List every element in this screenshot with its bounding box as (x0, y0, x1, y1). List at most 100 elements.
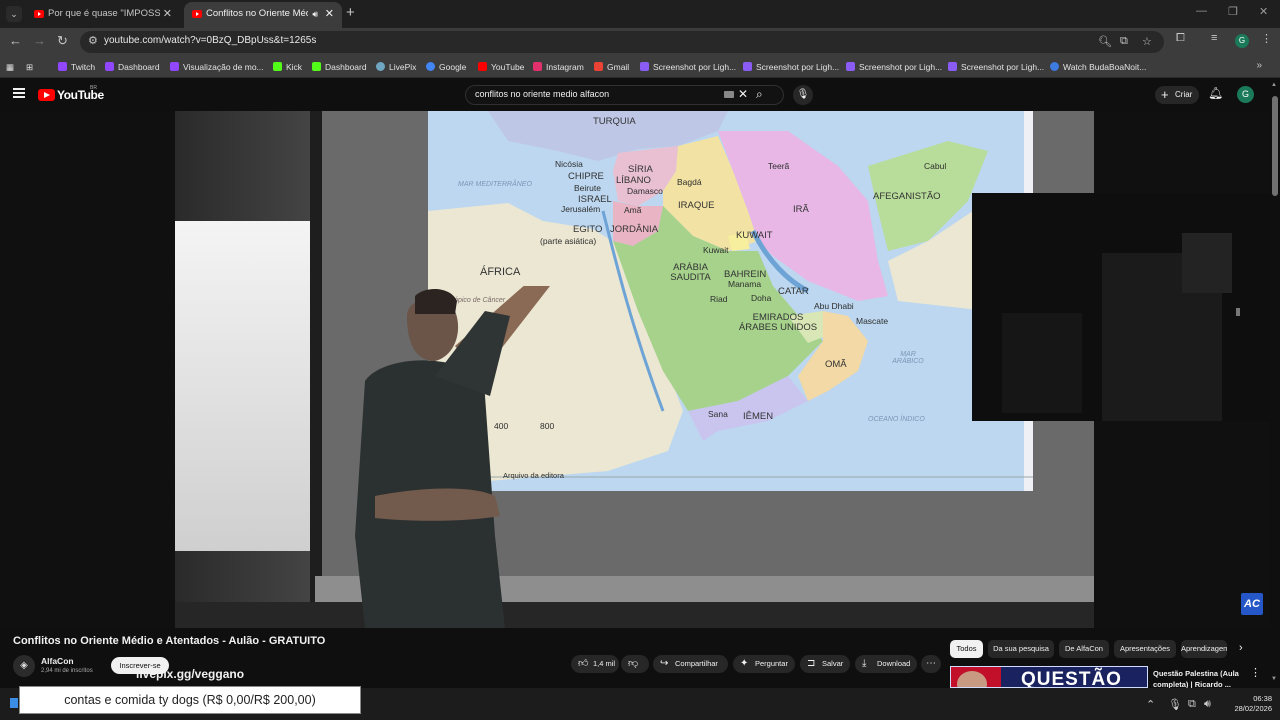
more-actions-button[interactable]: ⋯ (921, 655, 941, 673)
back-icon[interactable]: ← (9, 33, 22, 48)
new-tab-button[interactable]: + (346, 4, 355, 21)
more-vert-icon[interactable]: ⋮ (1250, 666, 1261, 679)
share-button[interactable]: ↪ Compartilhar (653, 655, 728, 673)
profile-avatar[interactable]: G (1235, 34, 1249, 48)
extensions-icon[interactable]: ⧠ (1176, 32, 1185, 45)
chip-de-alfacon[interactable]: De AlfaCon (1059, 640, 1109, 658)
close-window-icon[interactable]: ✕ (1259, 5, 1268, 18)
chip-todos[interactable]: Todos (950, 640, 983, 658)
address-bar[interactable]: ⚙ youtube.com/watch?v=0BzQ_DBpUss&t=1265… (80, 31, 1164, 53)
mic-icon[interactable]: 🎙︎ (793, 85, 813, 105)
chrome-menu-icon[interactable]: ⋮ (1261, 32, 1272, 45)
recommended-thumbnail[interactable]: QUESTÃO (950, 666, 1148, 688)
map-label-catar: CATAR (778, 286, 809, 297)
video-player[interactable]: TURQUIA SÍRIA LÍBANO IRAQUE IRÃ AFEGANIS… (0, 111, 1270, 628)
bookmark-item[interactable]: Twitch (58, 60, 95, 74)
chip-apresentacoes[interactable]: Apresentações (1114, 640, 1176, 658)
tab-active[interactable]: Conflitos no Oriente Médio 🔊︎ ✕ (184, 2, 342, 28)
bookmark-item[interactable]: Gmail (594, 60, 629, 74)
chevron-right-icon[interactable]: › (1239, 642, 1243, 654)
search-input[interactable]: conflitos no oriente medio alfacon ✕ ⌕ (465, 85, 784, 105)
presenter (355, 286, 550, 628)
search-icon[interactable]: ⌕ (756, 87, 763, 102)
scroll-up-icon[interactable]: ▲ (1271, 82, 1277, 88)
install-app-icon[interactable]: ⧉ (1120, 35, 1128, 48)
bookmark-item[interactable]: Dashboard (312, 60, 367, 74)
channel-name[interactable]: AlfaCon (41, 656, 74, 666)
like-button[interactable]: 👍︎ 1,4 mil (571, 655, 619, 673)
youtube-favicon-icon (192, 10, 202, 18)
bookmark-item[interactable]: Instagram (533, 60, 584, 74)
bookmark-item[interactable]: Screenshot por Ligh... (846, 60, 942, 74)
bookmark-item[interactable]: Screenshot por Ligh... (743, 60, 839, 74)
apps-icon[interactable]: ▦ (6, 60, 14, 74)
restore-icon[interactable]: ❐ (1228, 5, 1238, 18)
reload-icon[interactable]: ↻ (57, 33, 68, 49)
minimize-icon[interactable]: — (1196, 5, 1207, 17)
channel-avatar[interactable]: ◈ (13, 655, 35, 677)
bookmark-item[interactable]: Kick (273, 60, 302, 74)
close-tab-icon[interactable]: ✕ (325, 2, 334, 26)
create-button[interactable]: + Criar (1155, 86, 1199, 104)
bookmark-item[interactable]: Watch BudaBoaNoit... (1050, 60, 1146, 74)
ask-button[interactable]: ✦ Perguntar (733, 655, 795, 673)
speaker-icon[interactable]: 🔊︎ (312, 2, 318, 26)
more-bookmarks-icon[interactable]: » (1256, 60, 1262, 71)
site-info-icon[interactable]: ⚙ (88, 34, 98, 47)
bookmark-item[interactable]: LivePix (376, 60, 416, 74)
page-scrollbar[interactable]: ▲ ▼ (1270, 78, 1280, 688)
recommended-title[interactable]: Questão Palestina (Aula completa) | Rica… (1153, 668, 1243, 690)
network-icon[interactable]: ⧉ (1188, 698, 1196, 711)
thumbs-up-icon: 👍︎ (578, 658, 589, 669)
media-control-icon[interactable]: ≡ (1211, 32, 1217, 44)
bookmark-item[interactable]: Screenshot por Ligh... (640, 60, 736, 74)
grid-icon[interactable]: ⊞ (26, 60, 33, 74)
scroll-down-icon[interactable]: ▼ (1271, 676, 1277, 682)
tab-title: Por que é quase "IMPOSSÍVEL" (48, 8, 160, 19)
bookmark-item[interactable]: YouTube (478, 60, 524, 74)
tab-strip: ⌄ Por que é quase "IMPOSSÍVEL" ✕ Conflit… (0, 0, 1280, 28)
lightshot-icon (846, 62, 855, 71)
map-label-turquia: TURQUIA (593, 116, 636, 127)
plus-icon: + (1161, 87, 1169, 102)
thumbs-down-icon: 👎︎ (628, 658, 639, 669)
chip-aprendizagem[interactable]: Aprendizagem (1181, 640, 1227, 658)
start-icon[interactable] (10, 698, 18, 708)
map-label-chipre: CHIPRE (568, 171, 604, 182)
window (175, 221, 310, 551)
tab-inactive[interactable]: Por que é quase "IMPOSSÍVEL" ✕ (26, 2, 180, 28)
bell-icon[interactable]: 🔔︎ (1208, 86, 1223, 100)
share-icon: ↪ (660, 658, 669, 669)
zoom-icon[interactable]: 🔍︎ (1098, 35, 1112, 48)
avatar[interactable]: G (1237, 86, 1254, 103)
map-label-libano: LÍBANO (616, 175, 651, 186)
clear-search-icon[interactable]: ✕ (738, 87, 748, 101)
close-tab-icon[interactable]: ✕ (163, 2, 172, 26)
download-button[interactable]: ⤓ Download (855, 655, 917, 673)
volume-icon[interactable]: 🔊︎ (1204, 698, 1211, 711)
tray-chevron-icon[interactable]: ⌃ (1146, 698, 1155, 711)
bookmark-item[interactable]: Visualização de mo... (170, 60, 264, 74)
menu-icon[interactable] (13, 88, 25, 98)
video-info-panel: Conflitos no Oriente Médio e Atentados -… (0, 628, 1270, 690)
system-clock[interactable]: 06:38 28/02/2026 (1226, 694, 1272, 714)
keyboard-icon[interactable] (724, 91, 734, 98)
bookmark-item[interactable]: Google (426, 60, 466, 74)
bookmark-item[interactable]: Dashboard (105, 60, 160, 74)
save-button[interactable]: ⊐ Salvar (800, 655, 850, 673)
twitch-icon (58, 62, 67, 71)
watch-icon (1050, 62, 1059, 71)
search-query: conflitos no oriente medio alfacon (475, 89, 610, 99)
scrollbar-thumb[interactable] (1272, 96, 1278, 196)
twitch-icon (105, 62, 114, 71)
dislike-button[interactable]: 👎︎ (621, 655, 649, 673)
youtube-play-icon (38, 89, 55, 101)
microphone-tray-icon[interactable]: 🎙︎ (1168, 698, 1182, 711)
forward-icon[interactable]: → (33, 33, 46, 48)
bookmark-item[interactable]: Screenshot por Ligh... (948, 60, 1044, 74)
chip-da-sua-pesquisa[interactable]: Da sua pesquisa (988, 640, 1054, 658)
bookmark-star-icon[interactable]: ☆ (1142, 35, 1152, 48)
map-city-abu-dhabi: Abu Dhabi (814, 301, 854, 311)
tab-search-button[interactable]: ⌄ (6, 6, 22, 22)
map-sea-mediterraneo: MAR MEDITERRÂNEO (458, 181, 532, 188)
